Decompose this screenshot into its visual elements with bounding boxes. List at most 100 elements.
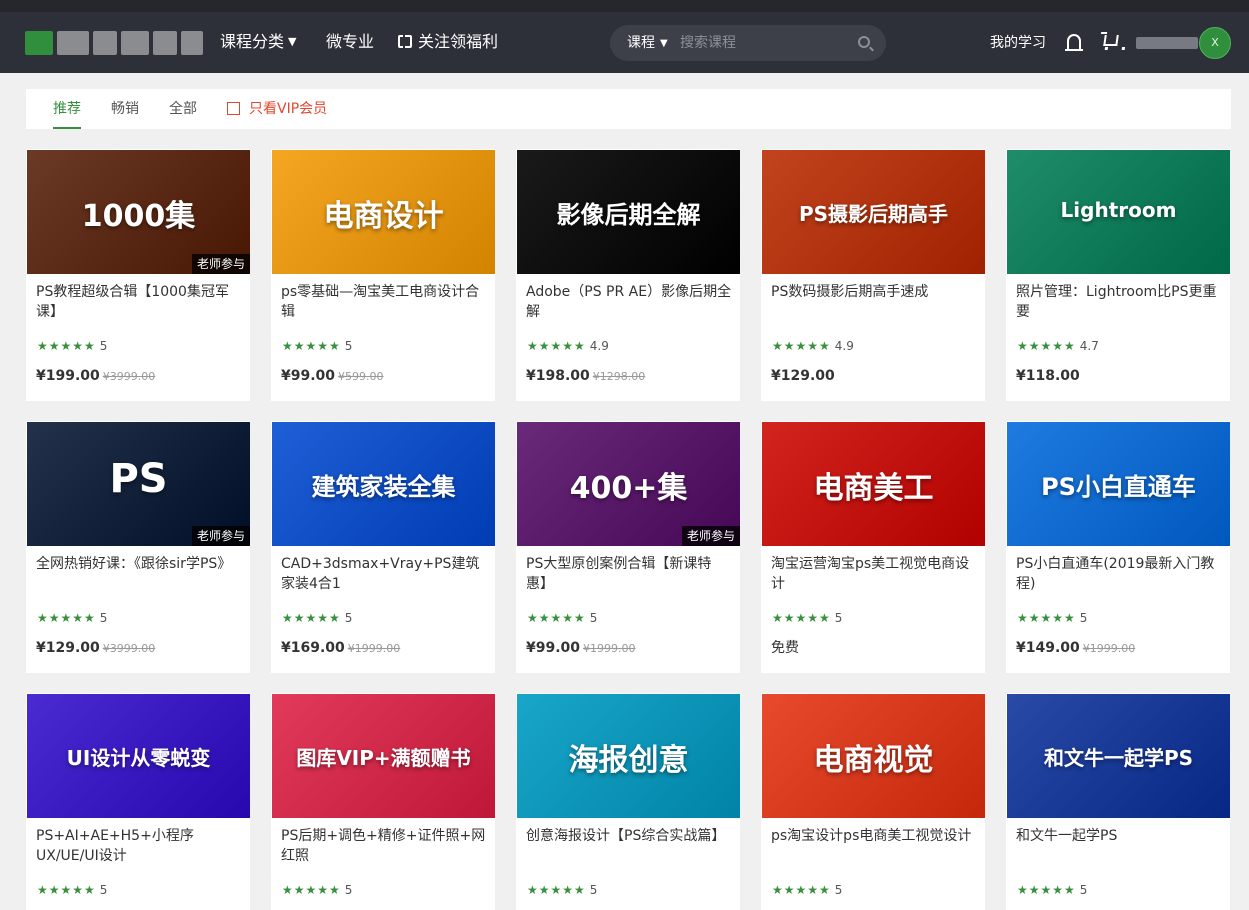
tab-all[interactable]: 全部 xyxy=(169,100,197,118)
course-thumbnail[interactable]: 影像后期全解 xyxy=(517,150,740,274)
site-logo[interactable] xyxy=(25,31,203,55)
thumbnail-text: 1000集 xyxy=(81,199,196,234)
my-learning-link[interactable]: 我的学习 xyxy=(990,33,1046,53)
course-card[interactable]: 1000集 老师参与 PS教程超级合辑【1000集冠军课】 ★★★★★ 5 ¥199.00… xyxy=(26,149,250,401)
thumbnail-text: PS小白直通车 xyxy=(1041,473,1196,502)
course-card[interactable]: 电商设计 ps零基础—淘宝美工电商设计合辑 ★★★★★ 5 ¥99.00 ¥599.00 xyxy=(271,149,495,401)
course-title[interactable]: PS+AI+AE+H5+小程序UX/UE/UI设计 xyxy=(36,826,242,866)
rating-value: 4.7 xyxy=(1079,339,1099,353)
course-rating: ★★★★★ 5 xyxy=(282,883,352,897)
course-title[interactable]: 照片管理：Lightroom比PS更重要 xyxy=(1016,282,1222,322)
teacher-badge: 老师参与 xyxy=(681,526,740,546)
course-title[interactable]: PS大型原创案例合辑【新课特惠】 xyxy=(526,554,732,594)
course-card[interactable]: 电商美工 淘宝运营淘宝ps美工视觉电商设计 ★★★★★ 5 免费 xyxy=(761,421,985,673)
course-title[interactable]: 和文牛一起学PS xyxy=(1016,826,1222,866)
tab-recommended[interactable]: 推荐 xyxy=(53,100,81,129)
course-card[interactable]: PS小白直通车 PS小白直通车(2019最新入门教程) ★★★★★ 5 ¥149.00 ¥… xyxy=(1006,421,1230,673)
rating-value: 5 xyxy=(834,883,843,897)
course-thumbnail[interactable]: Lightroom xyxy=(1007,150,1230,274)
course-thumbnail[interactable]: 1000集 老师参与 xyxy=(27,150,250,274)
top-nav-bar: 课程分类▼ 微专业 关注领福利 课程▼ 我的学习 X xyxy=(0,0,1249,73)
tab-bestselling[interactable]: 畅销 xyxy=(111,100,139,118)
course-rating: ★★★★★ 4.7 xyxy=(1017,339,1099,353)
rating-value: 5 xyxy=(344,339,353,353)
course-card[interactable]: 海报创意 创意海报设计【PS综合实战篇】 ★★★★★ 5 xyxy=(516,693,740,910)
course-rating: ★★★★★ 4.9 xyxy=(527,339,609,353)
course-title[interactable]: 创意海报设计【PS综合实战篇】 xyxy=(526,826,732,866)
course-thumbnail[interactable]: 和文牛一起学PS xyxy=(1007,694,1230,818)
course-card[interactable]: 建筑家装全集 CAD+3dsmax+Vray+PS建筑家装4合1 ★★★★★ 5 ¥16… xyxy=(271,421,495,673)
course-title[interactable]: 淘宝运营淘宝ps美工视觉电商设计 xyxy=(771,554,977,594)
course-title[interactable]: Adobe（PS PR AE）影像后期全解 xyxy=(526,282,732,322)
thumbnail-text: Lightroom xyxy=(1060,198,1177,222)
course-title[interactable]: PS后期+调色+精修+证件照+网红照 xyxy=(281,826,487,866)
stars-icon: ★★★★★ xyxy=(37,339,96,353)
search-input[interactable] xyxy=(680,32,850,54)
course-card[interactable]: PS摄影后期高手 PS数码摄影后期高手速成 ★★★★★ 4.9 ¥129.00 xyxy=(761,149,985,401)
nav-course-category-label: 课程分类 xyxy=(220,32,285,51)
rating-value: 5 xyxy=(99,611,108,625)
course-price: ¥199.00 ¥3999.00 xyxy=(36,367,155,386)
course-card[interactable]: 和文牛一起学PS 和文牛一起学PS ★★★★★ 5 xyxy=(1006,693,1230,910)
original-price: ¥3999.00 xyxy=(102,370,156,383)
course-title[interactable]: PS小白直通车(2019最新入门教程) xyxy=(1016,554,1222,594)
course-thumbnail[interactable]: PS小白直通车 xyxy=(1007,422,1230,546)
stars-icon: ★★★★★ xyxy=(772,611,831,625)
thumbnail-text: 400+集 xyxy=(569,471,688,506)
stars-icon: ★★★★★ xyxy=(282,611,341,625)
course-thumbnail[interactable]: 400+集老师参与 xyxy=(517,422,740,546)
course-title[interactable]: CAD+3dsmax+Vray+PS建筑家装4合1 xyxy=(281,554,487,594)
price-value: ¥129.00 xyxy=(36,640,100,656)
course-title[interactable]: 全网热销好课：《跟徐sir学PS》 xyxy=(36,554,242,594)
course-thumbnail[interactable]: UI设计从零蜕变 xyxy=(27,694,250,818)
original-price: ¥1999.00 xyxy=(583,642,636,655)
course-card[interactable]: 影像后期全解 Adobe（PS PR AE）影像后期全解 ★★★★★ 4.9 ¥198.… xyxy=(516,149,740,401)
nav-follow-benefits[interactable]: 关注领福利 xyxy=(398,31,498,53)
course-rating: ★★★★★ 4.9 xyxy=(772,339,854,353)
course-card[interactable]: 电商视觉 ps淘宝设计ps电商美工视觉设计 ★★★★★ 5 xyxy=(761,693,985,910)
course-thumbnail[interactable]: 电商设计 xyxy=(272,150,495,274)
thumbnail-text: 电商视觉 xyxy=(813,743,934,778)
rating-value: 4.9 xyxy=(589,339,609,353)
course-title[interactable]: PS教程超级合辑【1000集冠军课】 xyxy=(36,282,242,322)
course-rating: ★★★★★ 5 xyxy=(1017,611,1087,625)
search-icon[interactable] xyxy=(858,36,870,48)
stars-icon: ★★★★★ xyxy=(282,883,341,897)
stars-icon: ★★★★★ xyxy=(527,611,586,625)
course-thumbnail[interactable]: PS摄影后期高手 xyxy=(762,150,985,274)
price-value: ¥199.00 xyxy=(36,368,100,384)
course-price: ¥169.00 ¥1999.00 xyxy=(281,639,400,658)
course-thumbnail[interactable]: 电商美工 xyxy=(762,422,985,546)
stars-icon: ★★★★★ xyxy=(37,883,96,897)
course-card[interactable]: UI设计从零蜕变 PS+AI+AE+H5+小程序UX/UE/UI设计 ★★★★★ 5 xyxy=(26,693,250,910)
course-card[interactable]: PS 老师参与 全网热销好课：《跟徐sir学PS》 ★★★★★ 5 ¥129.00 ¥399… xyxy=(26,421,250,673)
rating-value: 5 xyxy=(834,611,843,625)
username[interactable] xyxy=(1136,37,1198,49)
course-thumbnail[interactable]: PS 老师参与 xyxy=(27,422,250,546)
cart-icon[interactable] xyxy=(1103,35,1119,46)
course-price: ¥149.00 ¥1999.00 xyxy=(1016,639,1135,658)
stars-icon: ★★★★★ xyxy=(527,883,586,897)
nav-micro-major[interactable]: 微专业 xyxy=(326,31,374,53)
course-price: ¥118.00 xyxy=(1016,367,1080,385)
course-card[interactable]: 400+集 老师参与 PS大型原创案例合辑【新课特惠】 ★★★★★ 5 ¥99.00 ¥19… xyxy=(516,421,740,673)
nav-course-category[interactable]: 课程分类 ▼ xyxy=(220,31,296,53)
course-card[interactable]: 图库VIP+满额赠书 PS后期+调色+精修+证件照+网红照 ★★★★★ 5 xyxy=(271,693,495,910)
course-title[interactable]: ps淘宝设计ps电商美工视觉设计 xyxy=(771,826,977,866)
bell-icon[interactable] xyxy=(1065,34,1083,51)
course-card[interactable]: Lightroom 照片管理：Lightroom比PS更重要 ★★★★★ 4.7 ¥11… xyxy=(1006,149,1230,401)
thumbnail-text: 图库VIP+满额赠书 xyxy=(296,746,471,770)
course-price: ¥129.00 ¥3999.00 xyxy=(36,639,155,658)
course-thumbnail[interactable]: 电商视觉 xyxy=(762,694,985,818)
thumbnail-text: PS xyxy=(109,456,168,502)
vip-only-checkbox[interactable]: 只看VIP会员 xyxy=(227,100,327,118)
avatar[interactable]: X xyxy=(1199,27,1231,59)
course-thumbnail[interactable]: 建筑家装全集 xyxy=(272,422,495,546)
course-thumbnail[interactable]: 海报创意 xyxy=(517,694,740,818)
course-title[interactable]: ps零基础—淘宝美工电商设计合辑 xyxy=(281,282,487,322)
stars-icon: ★★★★★ xyxy=(1017,611,1076,625)
course-title[interactable]: PS数码摄影后期高手速成 xyxy=(771,282,977,322)
search-category-select[interactable]: 课程 ▼ xyxy=(627,33,668,54)
course-thumbnail[interactable]: 图库VIP+满额赠书 xyxy=(272,694,495,818)
rating-value: 5 xyxy=(1079,611,1088,625)
